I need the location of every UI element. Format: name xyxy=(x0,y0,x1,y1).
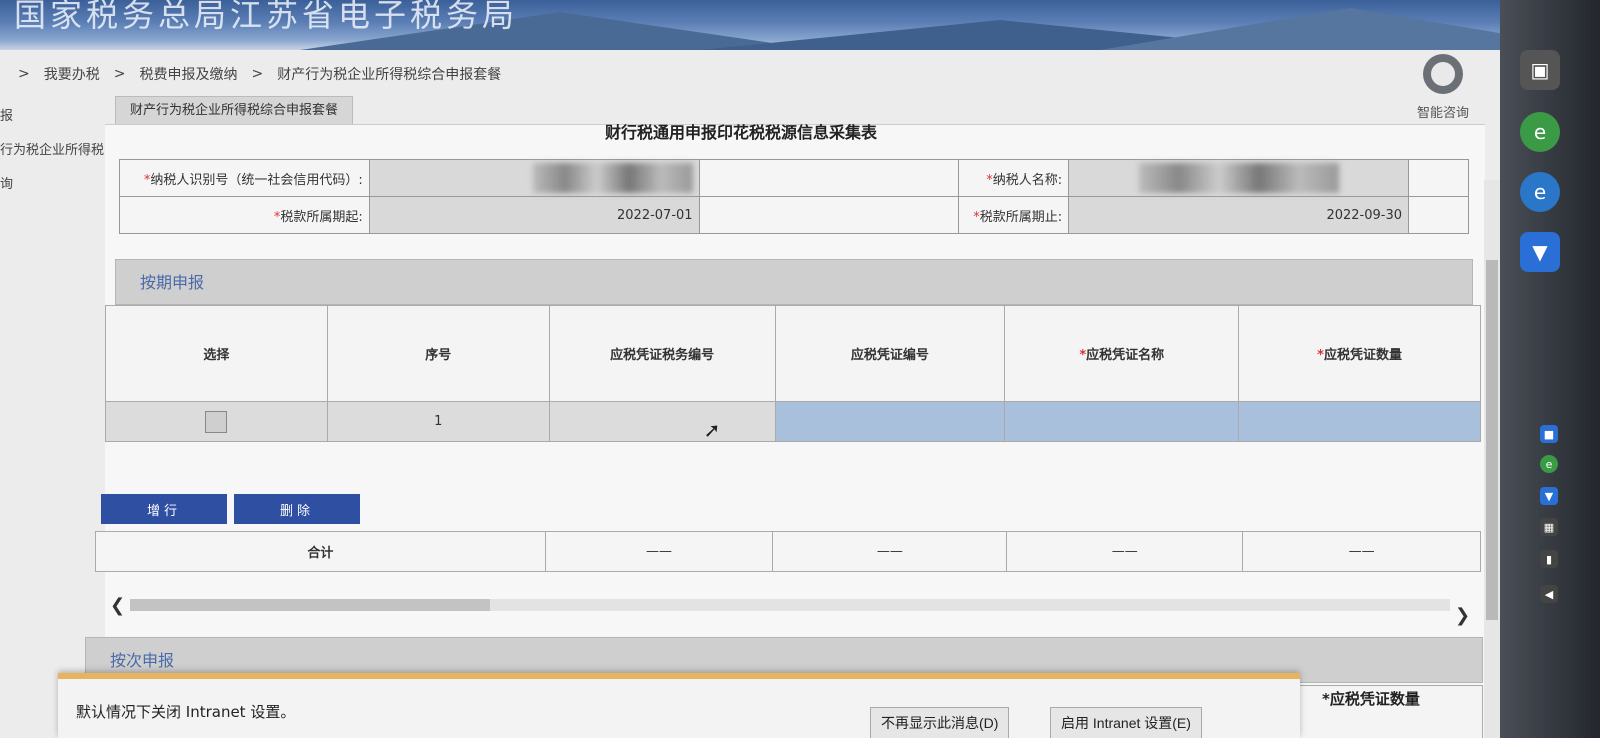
col-voucher-name: *应税凭证名称 xyxy=(1004,305,1240,402)
delete-row-button[interactable]: 删除 xyxy=(234,494,360,524)
enable-intranet-button[interactable]: 启用 Intranet 设置(E) xyxy=(1050,707,1202,738)
breadcrumb-item[interactable]: 我要办税 xyxy=(44,64,100,84)
total-value: —— xyxy=(1006,531,1244,572)
camera-icon[interactable]: ▣ xyxy=(1520,50,1560,90)
sidebar-item[interactable]: 询 xyxy=(0,168,110,202)
tray-network-icon[interactable]: ▦ xyxy=(1540,518,1558,536)
tray-browser-icon[interactable]: e xyxy=(1540,455,1558,473)
browser-360-icon[interactable]: e xyxy=(1520,112,1560,152)
breadcrumb: > 我要办税 > 税费申报及缴纳 > 财产行为税企业所得税综合申报套餐 xyxy=(0,62,501,86)
table-row[interactable]: 1 ➚ xyxy=(105,401,1481,442)
total-table: 合计 —— —— —— —— xyxy=(95,531,1481,572)
tray-battery-icon[interactable]: ▮ xyxy=(1540,550,1558,568)
horizontal-scrollbar[interactable]: ❮ ❯ xyxy=(110,595,1480,626)
redacted-text xyxy=(1138,163,1339,193)
scroll-right-icon[interactable]: ❯ xyxy=(1455,605,1470,626)
breadcrumb-item[interactable]: 财产行为税企业所得税综合申报套餐 xyxy=(277,64,501,84)
col-index: 序号 xyxy=(326,305,550,402)
period-end-label: *税款所属期止: xyxy=(958,196,1070,234)
ie-browser-icon[interactable]: e xyxy=(1520,172,1560,212)
intranet-notice-bar: 默认情况下关闭 Intranet 设置。 不再显示此消息(D) 启用 Intra… xyxy=(58,673,1300,738)
checkbox-icon[interactable] xyxy=(205,410,228,433)
taxpayer-id-value xyxy=(368,159,700,197)
sidebar: 报 行为税企业所得税 询 xyxy=(0,100,110,202)
breadcrumb-item[interactable]: 税费申报及缴纳 xyxy=(139,64,237,84)
breadcrumb-sep: > xyxy=(113,66,126,82)
notice-text: 默认情况下关闭 Intranet 设置。 xyxy=(76,703,296,721)
tray-volume-icon[interactable]: ◀ xyxy=(1540,585,1558,603)
vertical-scrollbar[interactable] xyxy=(1484,180,1500,738)
redacted-text xyxy=(532,163,693,193)
period-end-value: 2022-09-30 xyxy=(1068,196,1410,234)
period-start-value: 2022-07-01 xyxy=(368,196,700,234)
row-select-cell[interactable] xyxy=(105,401,328,442)
voucher-name-input[interactable] xyxy=(1004,401,1240,442)
main-page: > 我要办税 > 税费申报及缴纳 > 财产行为税企业所得税综合申报套餐 报 行为… xyxy=(0,50,1500,738)
dont-show-again-button[interactable]: 不再显示此消息(D) xyxy=(870,707,1010,738)
col-voucher-no: 应税凭证编号 xyxy=(774,305,1006,402)
smart-consult-label: 智能咨询 xyxy=(1416,106,1469,121)
breadcrumb-sep: > xyxy=(251,66,264,82)
row-index: 1 xyxy=(326,401,550,442)
top-banner: 国家税务总局江苏省电子税务局 xyxy=(0,0,1530,50)
sidebar-item[interactable]: 报 xyxy=(0,100,110,134)
voucher-qty-label: *应税凭证数量 xyxy=(1322,690,1420,708)
period-start-label: *税款所属期起: xyxy=(119,196,370,234)
scroll-thumb[interactable] xyxy=(130,599,490,611)
smart-consult[interactable]: 智能咨询 xyxy=(1408,54,1478,121)
form-content: 财行税通用申报印花税税源信息采集表 *纳税人识别号（统一社会信用代码）: *纳税… xyxy=(85,123,1485,738)
total-value: —— xyxy=(544,531,774,572)
taxpayer-name-label: *纳税人名称: xyxy=(958,159,1070,197)
sidebar-item[interactable]: 行为税企业所得税 xyxy=(0,134,110,168)
periodic-filing-table: 选择 序号 应税凭证税务编号 应税凭证编号 *应税凭证名称 *应税凭证数量 1 … xyxy=(105,305,1481,442)
scroll-thumb[interactable] xyxy=(1486,260,1498,620)
voucher-no-input[interactable] xyxy=(774,401,1006,442)
site-title: 国家税务总局江苏省电子税务局 xyxy=(14,0,519,34)
col-tax-voucher-no: 应税凭证税务编号 xyxy=(548,305,776,402)
scroll-left-icon[interactable]: ❮ xyxy=(110,595,125,616)
total-value: —— xyxy=(772,531,1008,572)
tray-shield-icon[interactable]: ▼ xyxy=(1540,487,1558,505)
form-title: 财行税通用申报印花税税源信息采集表 xyxy=(605,123,878,142)
total-label: 合计 xyxy=(95,531,546,572)
taxpayer-info-table: *纳税人识别号（统一社会信用代码）: *纳税人名称: *税款所属期起: 2022… xyxy=(119,159,1469,234)
breadcrumb-sep: > xyxy=(18,66,30,82)
tray-app-icon[interactable]: ■ xyxy=(1540,425,1558,443)
total-value: —— xyxy=(1242,531,1481,572)
tax-voucher-no-input[interactable]: ➚ xyxy=(548,401,776,442)
taxpayer-name-value xyxy=(1068,159,1410,197)
col-voucher-qty: *应税凭证数量 xyxy=(1238,305,1481,402)
mouse-cursor-icon: ➚ xyxy=(703,418,721,442)
taskbar xyxy=(1500,0,1600,738)
headset-icon xyxy=(1423,54,1463,94)
add-row-button[interactable]: 增行 xyxy=(101,494,227,524)
col-select: 选择 xyxy=(105,305,328,402)
shield-icon[interactable]: ▼ xyxy=(1520,232,1560,272)
taxpayer-id-label: *纳税人识别号（统一社会信用代码）: xyxy=(119,159,370,197)
tab-package[interactable]: 财产行为税企业所得税综合申报套餐 xyxy=(115,96,354,124)
voucher-qty-input[interactable] xyxy=(1238,401,1481,442)
section-periodic-filing: 按期申报 xyxy=(115,259,1473,305)
